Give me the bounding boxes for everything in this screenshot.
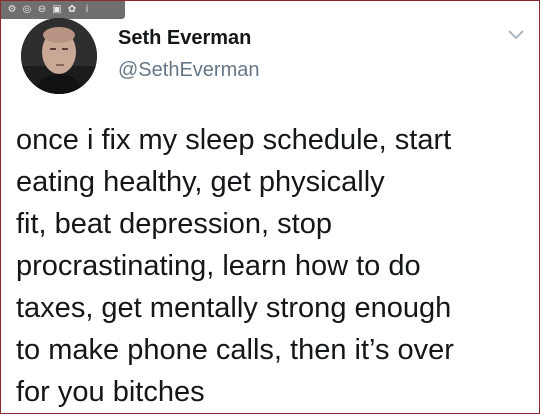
info-icon: ⅰ [85, 4, 89, 15]
display-name[interactable]: Seth Everman [118, 26, 251, 50]
avatar[interactable] [21, 18, 97, 94]
user-handle[interactable]: @SethEverman [118, 58, 259, 82]
chevron-down-icon[interactable] [506, 27, 526, 41]
gear-icon: ⚙ [7, 4, 17, 15]
watermark-toolbar: ⚙ ◎ ⊖ ▣ ✿ ⅰ [1, 1, 125, 19]
link-icon: ⊖ [37, 4, 47, 15]
profile-photo-icon [21, 18, 97, 94]
save-icon: ▣ [52, 4, 62, 15]
tweet-card: ⚙ ◎ ⊖ ▣ ✿ ⅰ Seth Everman @SethEverman on… [0, 0, 540, 414]
target-icon: ◎ [22, 4, 32, 15]
tweet-text: once i fix my sleep schedule, start eati… [16, 124, 454, 408]
settings-icon: ✿ [67, 4, 77, 15]
